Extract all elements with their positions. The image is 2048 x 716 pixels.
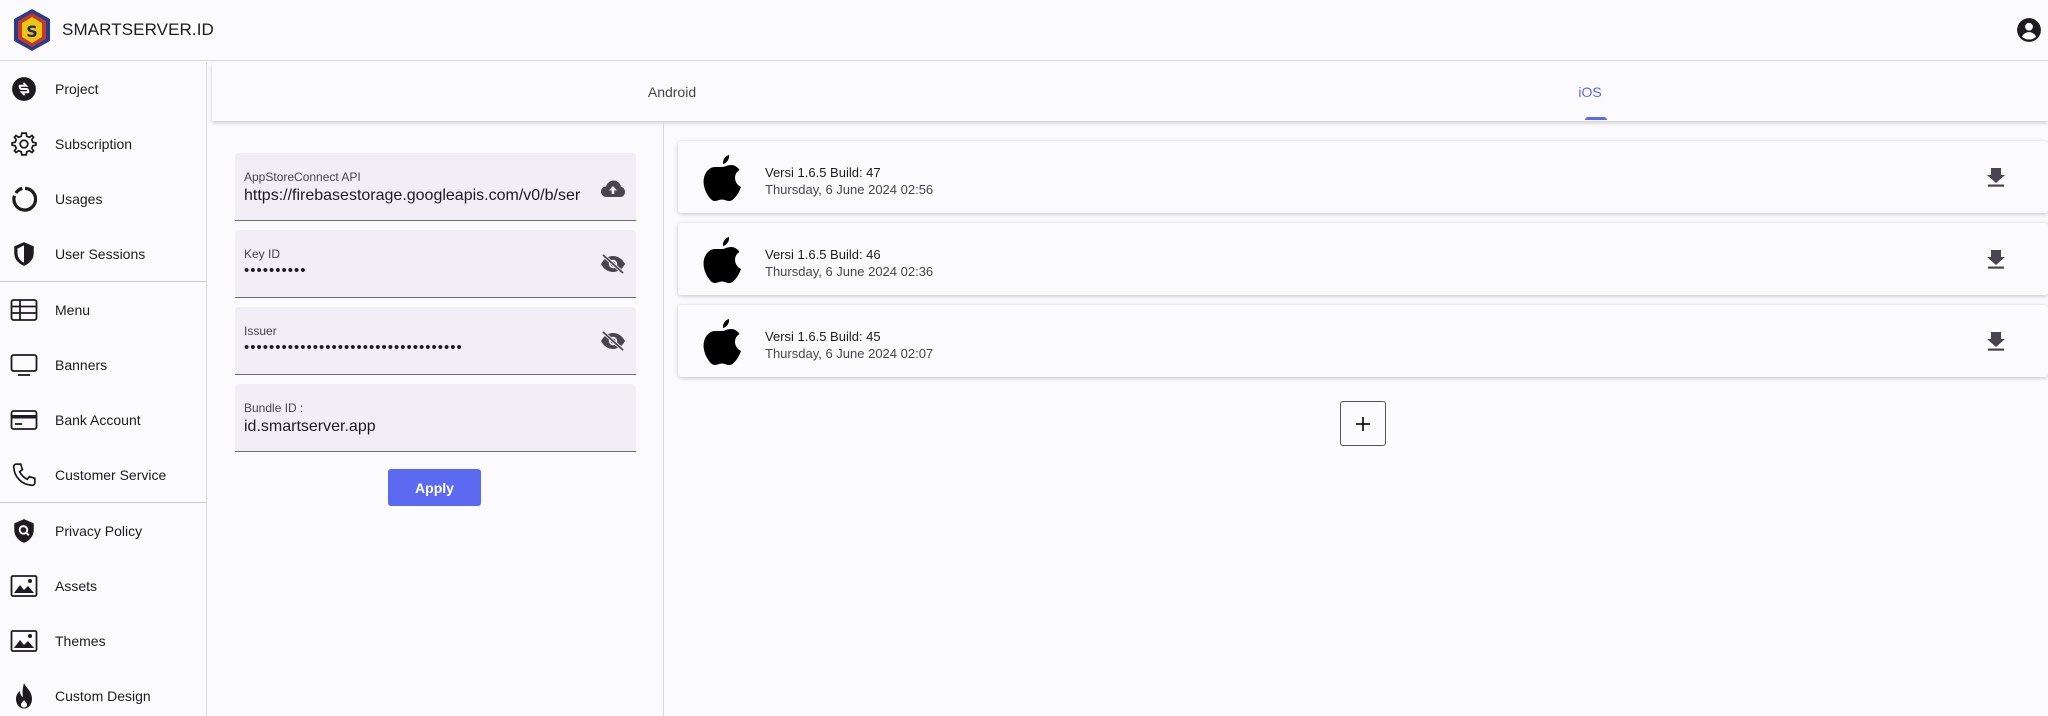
sidebar-item-label: Assets <box>55 578 98 594</box>
sidebar-item-label: Subscription <box>55 136 133 152</box>
gear-icon <box>10 130 38 158</box>
apple-icon <box>703 155 741 201</box>
download-icon[interactable] <box>1984 165 2008 189</box>
sidebar-item-assets[interactable]: Assets <box>0 559 206 613</box>
sidebar-item-project[interactable]: Project <box>0 62 206 116</box>
sidebar-item-label: Usages <box>55 191 103 207</box>
apple-icon <box>703 319 741 365</box>
field-value[interactable]: id.smartserver.app <box>244 418 589 436</box>
image-icon <box>10 627 38 655</box>
plus-icon <box>1356 416 1370 431</box>
sidebar-item-menu[interactable]: Menu <box>0 283 206 337</box>
field-label: Key ID <box>244 247 281 261</box>
sidebar-item-bank-account[interactable]: Bank Account <box>0 393 206 447</box>
build-version: Versi 1.6.5 Build: 45 <box>765 329 881 344</box>
sidebar-item-label: Privacy Policy <box>55 523 143 539</box>
bundle-id-field[interactable]: Bundle ID : id.smartserver.app <box>235 384 636 452</box>
apply-button[interactable]: Apply <box>388 469 481 506</box>
phone-icon <box>10 461 38 489</box>
svg-text:S: S <box>26 22 38 41</box>
sidebar-item-subscription[interactable]: Subscription <box>0 117 206 171</box>
field-label: Bundle ID : <box>244 401 304 415</box>
table-icon <box>10 296 38 324</box>
build-card: Versi 1.6.5 Build: 46 Thursday, 6 June 2… <box>678 223 2048 295</box>
brand-name: SMARTSERVER.ID <box>62 20 214 39</box>
cloud-upload-icon[interactable] <box>600 177 626 201</box>
download-icon[interactable] <box>1984 247 2008 271</box>
image-icon <box>10 572 38 600</box>
shield-search-icon <box>10 517 38 545</box>
sidebar-item-usages[interactable]: Usages <box>0 172 206 226</box>
visibility-off-icon[interactable] <box>600 252 626 276</box>
build-date: Thursday, 6 June 2024 02:07 <box>765 346 934 361</box>
build-card: Versi 1.6.5 Build: 45 Thursday, 6 June 2… <box>678 305 2048 377</box>
build-date: Thursday, 6 June 2024 02:36 <box>765 264 934 279</box>
build-date: Thursday, 6 June 2024 02:56 <box>765 182 934 197</box>
sidebar-item-label: Custom Design <box>55 688 151 704</box>
app-logo[interactable]: S <box>12 8 52 52</box>
issuer-field[interactable]: Issuer •••••••••••••••••••••••••••••••••… <box>235 307 636 375</box>
field-value[interactable]: ••••••••••••••••••••••••••••••••••• <box>244 339 589 356</box>
sidebar-item-label: Themes <box>55 633 106 649</box>
field-label: Issuer <box>244 324 277 338</box>
sidebar-item-label: Customer Service <box>55 467 167 483</box>
sidebar-item-user-sessions[interactable]: User Sessions <box>0 227 206 281</box>
sidebar-item-label: Menu <box>55 302 91 318</box>
download-icon[interactable] <box>1984 329 2008 353</box>
tab-ios[interactable]: iOS <box>1132 62 2048 121</box>
field-value[interactable]: •••••••••• <box>244 262 589 279</box>
usage-ring-icon <box>10 185 38 213</box>
project-icon <box>10 75 38 103</box>
monitor-icon <box>10 351 38 379</box>
sidebar: Project Subscription Usages User Session… <box>0 62 207 716</box>
appstore-api-field[interactable]: AppStoreConnect API https://firebasestor… <box>235 153 636 221</box>
active-tab-indicator <box>1585 117 1607 120</box>
sidebar-divider <box>0 281 206 282</box>
key-id-field[interactable]: Key ID •••••••••• <box>235 230 636 298</box>
app-header: S SMARTSERVER.ID <box>0 0 2048 61</box>
sidebar-item-custom-design[interactable]: Custom Design <box>0 669 206 716</box>
field-label: AppStoreConnect API <box>244 170 361 184</box>
tab-android[interactable]: Android <box>212 62 1132 121</box>
build-version: Versi 1.6.5 Build: 46 <box>765 247 881 262</box>
card-icon <box>10 406 38 434</box>
sidebar-item-label: Banners <box>55 357 108 373</box>
flame-icon <box>10 682 38 710</box>
shield-icon <box>10 240 38 268</box>
apple-icon <box>703 237 741 283</box>
sidebar-item-themes[interactable]: Themes <box>0 614 206 668</box>
field-value[interactable]: https://firebasestorage.googleapis.com/v… <box>244 187 589 205</box>
sidebar-item-privacy-policy[interactable]: Privacy Policy <box>0 504 206 558</box>
account-icon[interactable] <box>2016 17 2042 43</box>
sidebar-divider <box>0 502 206 503</box>
build-card: Versi 1.6.5 Build: 47 Thursday, 6 June 2… <box>678 141 2048 213</box>
platform-tabs: Android iOS <box>212 62 2048 121</box>
visibility-off-icon[interactable] <box>600 329 626 353</box>
sidebar-item-label: Project <box>55 81 99 97</box>
sidebar-item-customer-service[interactable]: Customer Service <box>0 448 206 502</box>
sidebar-item-label: User Sessions <box>55 246 146 262</box>
add-build-button[interactable] <box>1340 401 1386 446</box>
sidebar-item-banners[interactable]: Banners <box>0 338 206 392</box>
sidebar-item-label: Bank Account <box>55 412 141 428</box>
build-version: Versi 1.6.5 Build: 47 <box>765 165 881 180</box>
